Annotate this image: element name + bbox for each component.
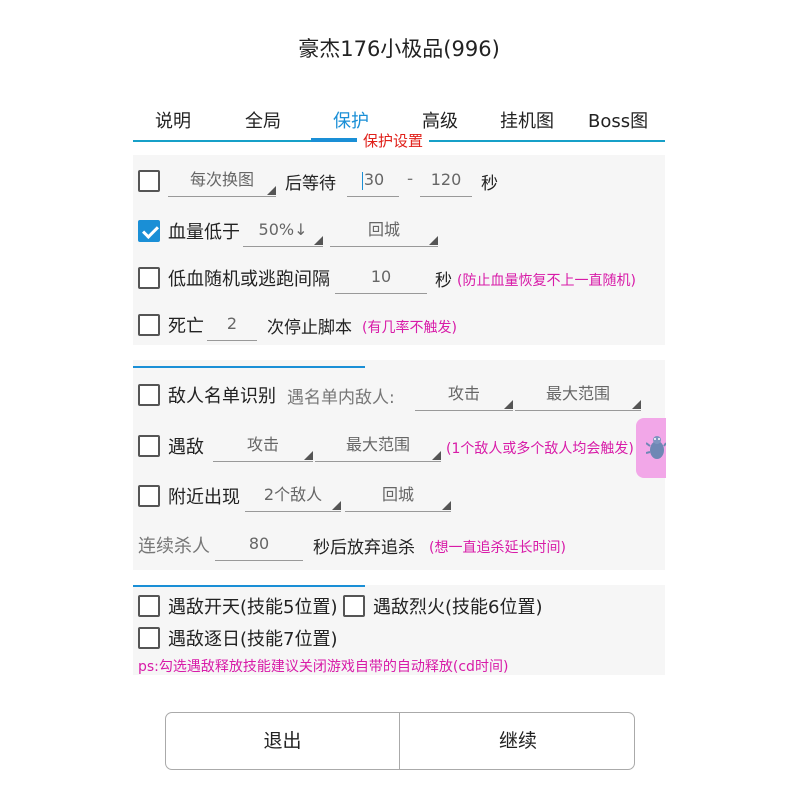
wait-label: 后等待 — [285, 174, 336, 194]
hp-threshold-select[interactable]: 50%↓ — [243, 215, 323, 247]
hp-low-checkbox[interactable] — [138, 220, 160, 242]
meet-enemy-label: 遇敌 — [168, 437, 204, 458]
row-death: 死亡 2 次停止脚本 (有几率不触发) — [133, 307, 665, 343]
skill6-checkbox[interactable] — [343, 595, 365, 617]
skill5-checkbox[interactable] — [138, 595, 160, 617]
row-hp-low: 血量低于 50%↓ 回城 — [133, 213, 665, 249]
settings-dialog: 豪杰176小极品(996) 说明 全局 保护 高级 挂机图 Boss图 保护设置… — [133, 15, 665, 785]
row-map-change: 每次换图 后等待 30 - 120 秒 — [133, 163, 665, 199]
skill7-checkbox[interactable] — [138, 627, 160, 649]
section-divider-2 — [133, 585, 365, 587]
nearby-action-select[interactable]: 回城 — [345, 480, 451, 512]
map-change-select[interactable]: 每次换图 — [168, 165, 276, 197]
skill7-label: 遇敌逐日(技能7位置) — [168, 629, 338, 650]
enemy-list-sublabel: 遇名单内敌人: — [287, 388, 395, 408]
death-checkbox[interactable] — [138, 314, 160, 336]
wait-min-input[interactable]: 30 — [347, 165, 399, 197]
row-nearby: 附近出现 2个敌人 回城 — [133, 478, 665, 514]
button-bar: 退出 继续 — [165, 712, 635, 770]
meet-enemy-range-select[interactable]: 最大范围 — [315, 430, 441, 462]
map-change-checkbox[interactable] — [138, 170, 160, 192]
nearby-checkbox[interactable] — [138, 485, 160, 507]
hp-action-select[interactable]: 回城 — [330, 215, 438, 247]
nearby-count-select[interactable]: 2个敌人 — [245, 480, 341, 512]
text-cursor — [361, 171, 363, 190]
seconds-unit: 秒 — [481, 174, 498, 194]
dialog-title: 豪杰176小极品(996) — [298, 37, 500, 61]
chase-seconds-input[interactable]: 80 — [215, 529, 303, 561]
row-skills-1: 遇敌开天(技能5位置) 遇敌烈火(技能6位置) — [133, 589, 665, 625]
chase-label: 连续杀人 — [138, 536, 210, 557]
death-label: 死亡 — [168, 316, 204, 337]
bug-icon — [646, 436, 666, 459]
skill5-label: 遇敌开天(技能5位置) — [168, 597, 338, 618]
wait-min-value: 30 — [363, 170, 385, 189]
low-hp-random-hint: (防止血量恢复不上一直随机) — [457, 273, 636, 289]
chase-suffix: 秒后放弃追杀 — [313, 538, 415, 558]
enemy-list-range-select[interactable]: 最大范围 — [515, 379, 641, 411]
death-count-input[interactable]: 2 — [207, 309, 257, 341]
tab-instructions[interactable]: 说明 — [155, 107, 191, 133]
row-enemy-list: 敌人名单识别 遇名单内敌人: 攻击 最大范围 — [133, 377, 665, 413]
meet-enemy-checkbox[interactable] — [138, 435, 160, 457]
section-title: 保护设置 — [357, 130, 430, 151]
row-meet-enemy: 遇敌 攻击 最大范围 (1个敌人或多个敌人均会触发) — [133, 428, 665, 464]
wait-max-input[interactable]: 120 — [420, 165, 472, 197]
skills-note: ps:勾选遇敌释放技能建议关闭游戏自带的自动释放(cd时间) — [138, 659, 509, 675]
row-chase: 连续杀人 80 秒后放弃追杀 (想一直追杀延长时间) — [133, 527, 665, 563]
continue-button[interactable]: 继续 — [401, 713, 635, 769]
skill6-label: 遇敌烈火(技能6位置) — [373, 597, 543, 618]
hp-low-label: 血量低于 — [168, 222, 240, 243]
low-hp-random-label: 低血随机或逃跑间隔 — [168, 269, 330, 290]
chase-hint: (想一直追杀延长时间) — [429, 540, 566, 556]
death-hint: (有几率不触发) — [362, 320, 457, 336]
row-skills-2: 遇敌逐日(技能7位置) — [133, 621, 665, 657]
nearby-label: 附近出现 — [168, 487, 240, 508]
meet-enemy-hint: (1个敌人或多个敌人均会触发) — [446, 441, 634, 457]
range-dash: - — [407, 169, 414, 189]
meet-enemy-action-select[interactable]: 攻击 — [213, 430, 313, 462]
section-divider-1 — [133, 366, 365, 368]
tab-boss-map[interactable]: Boss图 — [588, 107, 648, 133]
floating-assistant-button[interactable] — [636, 418, 666, 478]
tab-global[interactable]: 全局 — [245, 107, 281, 133]
random-interval-input[interactable]: 10 — [335, 262, 427, 294]
tab-idle-map[interactable]: 挂机图 — [500, 107, 554, 133]
row-low-hp-random: 低血随机或逃跑间隔 10 秒 (防止血量恢复不上一直随机) — [133, 260, 665, 296]
enemy-list-checkbox[interactable] — [138, 384, 160, 406]
interval-unit: 秒 — [435, 271, 452, 291]
enemy-list-label: 敌人名单识别 — [168, 386, 276, 407]
low-hp-random-checkbox[interactable] — [138, 267, 160, 289]
exit-button[interactable]: 退出 — [166, 713, 400, 769]
enemy-list-action-select[interactable]: 攻击 — [415, 379, 513, 411]
death-suffix: 次停止脚本 — [267, 318, 352, 338]
